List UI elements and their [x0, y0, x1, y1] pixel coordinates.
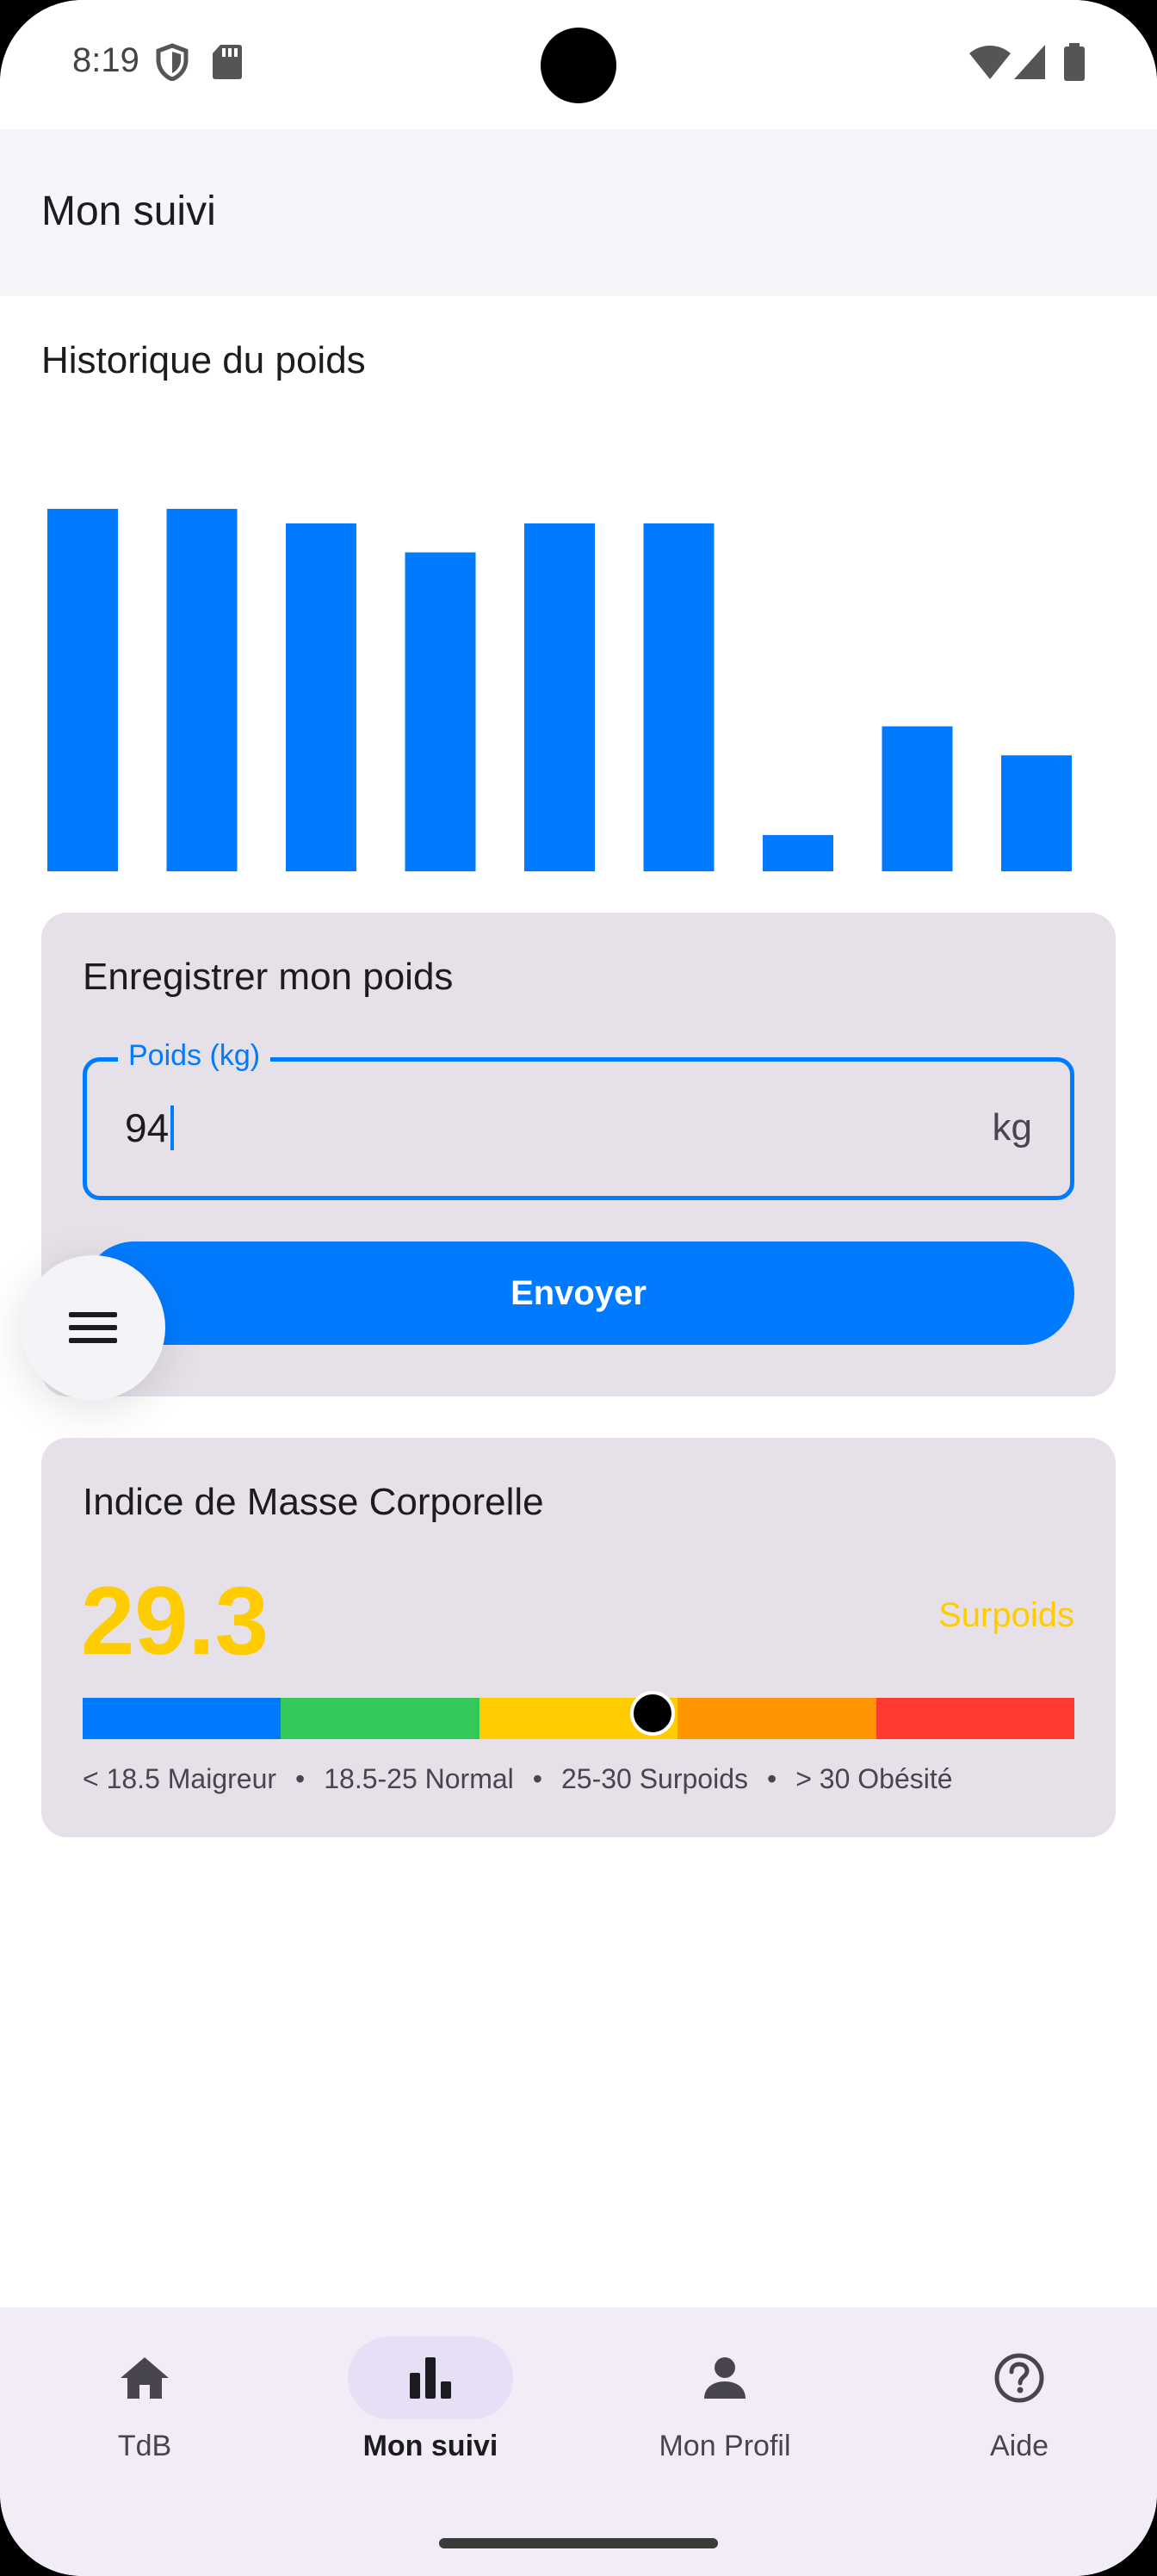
home-icon	[121, 2357, 169, 2399]
bmi-title: Indice de Masse Corporelle	[83, 1481, 544, 1523]
weight-bar	[405, 552, 476, 871]
home-indicator	[439, 2538, 718, 2548]
bar-chart-icon	[410, 2357, 451, 2399]
bmi-scale-segment	[677, 1698, 876, 1739]
weight-entry-card: Enregistrer mon poids Poids (kg) 94 kg E…	[41, 913, 1116, 1396]
nav-label: TdB	[117, 2430, 172, 2462]
nav-label: Aide	[989, 2430, 1049, 2462]
weight-bar	[643, 523, 715, 871]
weight-bar	[524, 523, 595, 871]
bmi-scale-bar	[83, 1698, 1075, 1739]
signal-icon	[1014, 45, 1045, 79]
sd-card-icon	[213, 45, 242, 79]
nav-item-aide[interactable]: Aide	[875, 2337, 1157, 2509]
nav-item-tdb[interactable]: TdB	[0, 2337, 289, 2509]
weight-history-chart	[47, 509, 1072, 871]
nav-item-mon-suivi[interactable]: Mon suivi	[286, 2337, 575, 2509]
weight-bar	[1001, 755, 1072, 871]
bmi-scale-segment	[83, 1698, 282, 1739]
send-button[interactable]: Envoyer	[83, 1242, 1074, 1345]
weight-field-label: Poids (kg)	[118, 1039, 271, 1073]
bmi-legend-item: 18.5-25 Normal	[324, 1763, 514, 1794]
weight-bar	[882, 726, 953, 871]
wifi-icon	[969, 46, 1011, 79]
nav-pill	[62, 2337, 227, 2419]
weight-bar	[166, 509, 238, 871]
weight-field[interactable]: Poids (kg) 94 kg	[83, 1039, 1074, 1200]
bmi-legend-separator: •	[532, 1763, 542, 1794]
bmi-legend-separator: •	[295, 1763, 306, 1794]
nav-pill	[937, 2337, 1102, 2419]
bottom-navigation: TdB Mon suivi Mon Profil Aide	[0, 2307, 1157, 2576]
page-title: Mon suivi	[41, 189, 216, 234]
battery-icon	[1064, 43, 1085, 81]
weight-history-title: Historique du poids	[41, 339, 366, 381]
menu-fab[interactable]	[21, 1255, 165, 1400]
help-icon	[994, 2353, 1044, 2403]
bmi-legend-item: 25-30 Surpoids	[560, 1763, 748, 1794]
bmi-category: Surpoids	[938, 1596, 1074, 1634]
person-icon	[704, 2357, 746, 2399]
screen: 8:19 Mon suivi Historique du poids Enreg…	[0, 0, 1157, 2576]
bmi-legend: < 18.5 Maigreur • 18.5-25 Normal • 25-30…	[83, 1763, 953, 1795]
menu-icon	[69, 1312, 117, 1343]
status-bar: 8:19	[0, 0, 1157, 129]
bmi-marker	[630, 1691, 676, 1736]
weight-unit-suffix: kg	[992, 1106, 1032, 1149]
weight-bar	[286, 523, 356, 871]
status-time: 8:19	[72, 41, 139, 79]
weight-entry-title: Enregistrer mon poids	[83, 956, 454, 998]
weight-bar	[763, 834, 833, 871]
app-bar: Mon suivi	[0, 129, 1157, 296]
nav-item-mon-profil[interactable]: Mon Profil	[580, 2337, 869, 2509]
bmi-legend-item: > 30 Obésité	[795, 1763, 953, 1794]
nav-label: Mon suivi	[362, 2430, 498, 2462]
bmi-legend-separator: •	[767, 1763, 777, 1794]
bmi-scale-segment	[281, 1698, 480, 1739]
bmi-legend-item: < 18.5 Maigreur	[83, 1763, 277, 1794]
weight-value-text: 94	[125, 1105, 170, 1150]
bmi-value: 29.3	[81, 1567, 269, 1675]
bmi-card: Indice de Masse Corporelle 29.3 Surpoids…	[41, 1438, 1116, 1837]
weight-field-value[interactable]: 94	[125, 1105, 175, 1151]
nav-pill	[642, 2337, 807, 2419]
text-caret	[170, 1105, 175, 1150]
shield-icon	[156, 43, 189, 81]
nav-label: Mon Profil	[659, 2430, 791, 2462]
front-camera	[541, 28, 616, 103]
nav-pill-active	[348, 2337, 513, 2419]
bmi-scale-segment	[875, 1698, 1075, 1739]
weight-bar	[47, 509, 118, 871]
